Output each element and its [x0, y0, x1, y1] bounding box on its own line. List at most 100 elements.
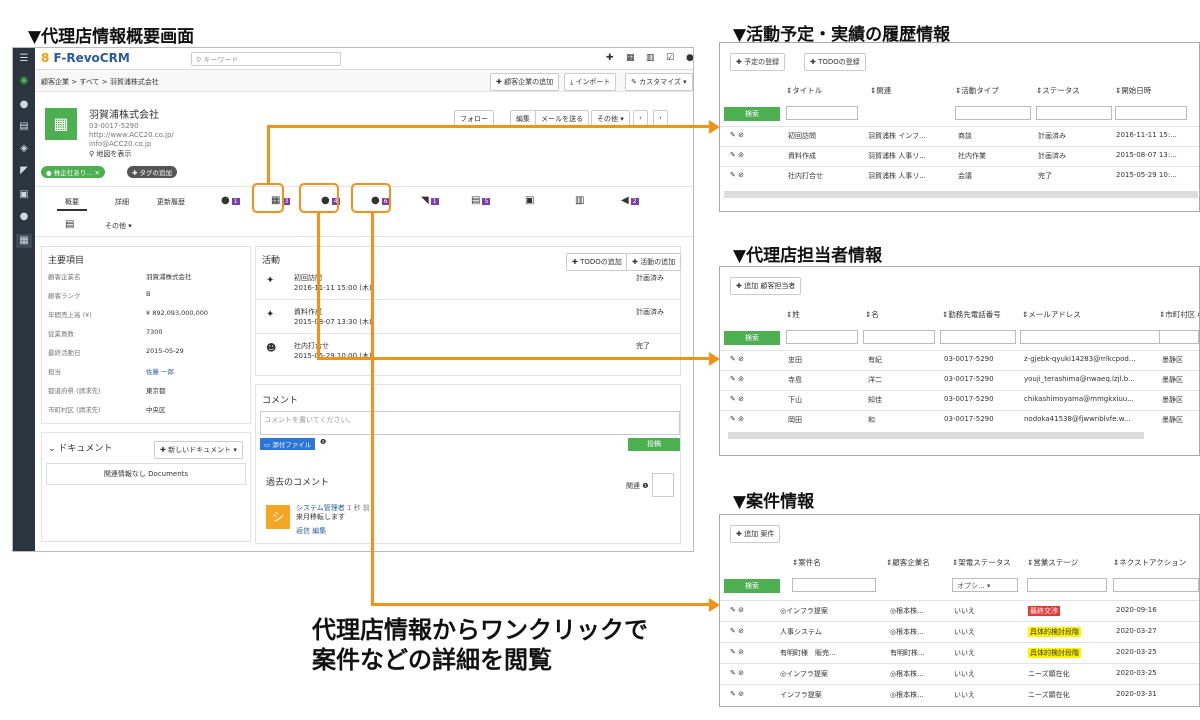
chart-icon[interactable]: ▥: [646, 53, 655, 63]
column-header[interactable]: ⇕ネクストアクション: [1113, 557, 1186, 568]
column-header[interactable]: ⇕案件名: [792, 557, 821, 568]
filter-input[interactable]: [1020, 330, 1166, 344]
home-icon[interactable]: ◉: [16, 74, 32, 88]
filter-input[interactable]: [1113, 578, 1199, 592]
menu-icon[interactable]: ☰: [16, 52, 32, 66]
filter-input[interactable]: [792, 578, 876, 592]
search-input[interactable]: ⚲ キーワード: [191, 52, 341, 66]
column-header[interactable]: ⇕営業ステージ: [1027, 557, 1078, 568]
table-cell[interactable]: 岡田: [788, 415, 802, 425]
filter-input[interactable]: [1159, 330, 1199, 344]
add-todo-button[interactable]: ✚ TODOの追加: [566, 253, 628, 271]
table-cell[interactable]: 下山: [788, 395, 802, 405]
add-deal-button[interactable]: ✚ 追加 案件: [730, 525, 781, 543]
column-header[interactable]: ⇕メールアドレス: [1022, 309, 1081, 320]
tab-history[interactable]: 更新履歴: [157, 197, 185, 207]
app-logo[interactable]: 8 F-RevoCRM: [41, 51, 130, 65]
row-actions[interactable]: ✎ ⊘: [730, 669, 744, 677]
add-schedule-button[interactable]: ✚ 予定の登録: [730, 53, 786, 71]
table-cell[interactable]: ◎根本株...: [890, 669, 924, 679]
checkbox-icon[interactable]: ☑: [666, 53, 674, 63]
filter-input[interactable]: [863, 330, 935, 344]
table-cell[interactable]: ◎インフラ提案: [780, 606, 828, 616]
user-icon[interactable]: ●: [686, 53, 693, 63]
table-cell[interactable]: chikashimoyama@mmgkxiuu...: [1024, 395, 1134, 403]
tab-summary[interactable]: 概要: [65, 197, 79, 207]
tab-document[interactable]: ▤: [65, 219, 74, 230]
tab-sales-order[interactable]: ▥: [575, 195, 584, 206]
activity-title[interactable]: 社内打合せ: [294, 341, 329, 351]
column-header[interactable]: ⇕ステータス: [1036, 85, 1080, 96]
row-actions[interactable]: ✎ ⊘: [730, 375, 744, 383]
new-document-button[interactable]: ✚ 新しいドキュメント ▾: [154, 441, 243, 459]
add-company-button[interactable]: ✚ 顧客企業の追加: [490, 73, 560, 91]
table-cell[interactable]: 人事システム: [780, 627, 822, 637]
horizontal-scrollbar[interactable]: [724, 191, 1198, 198]
table-cell[interactable]: 初回訪問: [788, 131, 816, 141]
comment-actions[interactable]: 返信 編集: [296, 526, 326, 536]
import-button[interactable]: ⤓ インポート: [564, 73, 617, 91]
row-actions[interactable]: ✎ ⊘: [730, 648, 744, 656]
map-link[interactable]: ⚲ 地図を表示: [89, 149, 131, 159]
column-header[interactable]: ⇕市町村区 (: [1159, 309, 1199, 320]
add-activity-button[interactable]: ✚ 活動の追加: [626, 253, 682, 271]
table-cell[interactable]: 資料作成: [788, 151, 816, 161]
column-header[interactable]: ⇕顧客企業名: [886, 557, 930, 568]
tab-comments[interactable]: ● 1: [221, 195, 240, 206]
table-cell[interactable]: ◎根本株...: [890, 690, 924, 700]
company-url[interactable]: http://www.ACC20.co.jp/: [89, 131, 174, 139]
column-header[interactable]: ⇕開始日時: [1115, 85, 1151, 96]
column-header[interactable]: ⇕活動タイプ: [955, 85, 999, 96]
building-icon[interactable]: ▦: [16, 234, 32, 248]
comment-input[interactable]: コメントを書いてください。: [260, 411, 680, 435]
table-cell[interactable]: 有明町株...: [890, 648, 925, 658]
calendar-icon[interactable]: ▦: [626, 53, 635, 63]
tab-announce[interactable]: ◀ 2: [621, 195, 639, 206]
column-header[interactable]: ⇕架電ステータス: [952, 557, 1011, 568]
filter-input[interactable]: [955, 106, 1031, 120]
prev-button[interactable]: ‹: [633, 110, 648, 126]
column-header[interactable]: ⇕姓: [786, 309, 800, 320]
row-actions[interactable]: ✎ ⊘: [730, 627, 744, 635]
filter-input[interactable]: [1115, 106, 1187, 120]
row-actions[interactable]: ✎ ⊘: [730, 606, 744, 614]
calendar-icon[interactable]: ▣: [16, 188, 32, 202]
row-actions[interactable]: ✎ ⊘: [730, 151, 744, 159]
filter-input[interactable]: [1036, 106, 1112, 120]
column-header[interactable]: ⇕タイトル: [786, 85, 822, 96]
search-button[interactable]: 検索: [724, 107, 780, 121]
company-email[interactable]: info@ACC20.co.jp: [89, 140, 151, 148]
table-cell[interactable]: ◎インフラ提案: [780, 669, 828, 679]
row-actions[interactable]: ✎ ⊘: [730, 415, 744, 423]
customize-button[interactable]: ✎ カスタマイズ ▾: [625, 73, 693, 91]
table-cell[interactable]: 寺島: [788, 375, 802, 385]
search-button[interactable]: 検索: [724, 579, 780, 593]
table-cell[interactable]: 有明町様 販売...: [780, 648, 836, 658]
user-icon[interactable]: ●: [16, 210, 32, 224]
horizontal-scrollbar[interactable]: [728, 432, 1144, 439]
filter-input[interactable]: [1027, 578, 1107, 592]
field-value[interactable]: 佐藤 一郎: [146, 366, 174, 376]
filter-select[interactable]: オプシ... ▾: [952, 578, 1018, 592]
filter-input[interactable]: [786, 330, 858, 344]
table-cell[interactable]: ◎根本株...: [890, 606, 924, 616]
add-contact-button[interactable]: ✚ 追加 顧客担当者: [730, 277, 802, 295]
attach-file-button[interactable]: ▭ 添付ファイル: [260, 438, 316, 450]
tab-quote[interactable]: ▣: [525, 195, 534, 206]
search-button[interactable]: 検索: [724, 331, 780, 345]
tab-campaign[interactable]: ◥ 1: [421, 195, 439, 206]
row-actions[interactable]: ✎ ⊘: [730, 171, 744, 179]
related-toggle[interactable]: [652, 473, 674, 497]
layers-icon[interactable]: ◈: [16, 142, 32, 156]
table-cell[interactable]: z-gjebk-qyuki14283@rrlkcpod...: [1024, 355, 1136, 363]
tab-invoice[interactable]: ▤ 5: [471, 195, 491, 206]
row-actions[interactable]: ✎ ⊘: [730, 355, 744, 363]
post-button[interactable]: 投稿: [628, 438, 680, 451]
table-cell[interactable]: ◎根本株...: [890, 627, 924, 637]
column-header[interactable]: ⇕名: [865, 309, 879, 320]
table-cell[interactable]: インフラ提案: [780, 690, 822, 700]
tab-more[interactable]: その他 ▾: [105, 221, 132, 231]
table-cell[interactable]: 社内打合せ: [788, 171, 823, 181]
add-icon[interactable]: ✚: [606, 53, 614, 63]
megaphone-icon[interactable]: ◤: [16, 164, 32, 178]
